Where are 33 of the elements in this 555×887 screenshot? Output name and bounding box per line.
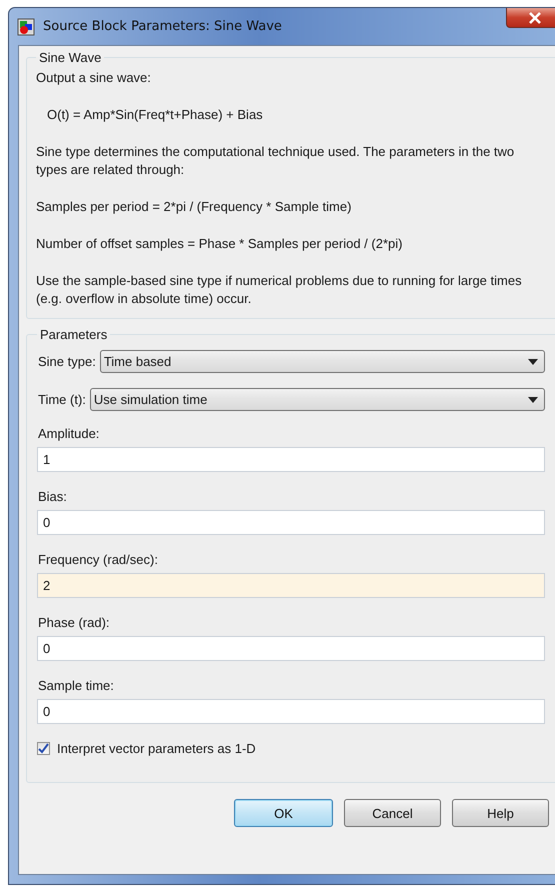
dropdown[interactable]: Use simulation time	[90, 388, 545, 411]
description-text: Use the sample-based sine type if numerical problems due to running for large times (e.g. overflow in absolute time) occur.	[36, 272, 523, 308]
field-label: Frequency (rad/sec):	[37, 552, 159, 567]
description-text: Output a sine wave:	[36, 69, 152, 87]
dialog-button[interactable]: Cancel	[344, 799, 441, 827]
field-label: Sample time:	[37, 678, 115, 693]
dialog-button[interactable]: Help	[452, 799, 549, 827]
dropdown[interactable]: Time based	[100, 350, 545, 373]
input-field[interactable]: 0	[37, 699, 545, 724]
description-text: Sine type determines the computational technique used. The parameters in the two types are related through:	[36, 143, 516, 179]
field-label: Bias:	[37, 489, 68, 504]
caret-icon	[528, 396, 538, 402]
close-button[interactable]	[506, 8, 555, 28]
description-text: Samples per period = 2*pi / (Frequency * Sample time)	[36, 198, 352, 216]
field-label: Phase (rad):	[37, 615, 111, 630]
input-field[interactable]: 0	[37, 510, 545, 535]
close-icon	[528, 12, 542, 24]
field-label: Amplitude:	[37, 426, 100, 441]
caret-icon	[528, 358, 538, 364]
window-title: Source Block Parameters: Sine Wave	[43, 19, 282, 34]
block-icon	[17, 18, 35, 36]
checkbox[interactable]	[37, 742, 50, 755]
group-title: Parameters	[39, 327, 108, 342]
checkbox-label: Interpret vector parameters as 1-D	[57, 741, 256, 756]
formula-text: O(t) = Amp*Sin(Freq*t+Phase) + Bias	[46, 106, 264, 124]
description-text: Number of offset samples = Phase * Samples per period / (2*pi)	[36, 235, 404, 253]
input-field[interactable]: 1	[37, 447, 545, 472]
field-label: Time (t):	[37, 392, 86, 407]
group-title: Sine Wave	[38, 50, 102, 65]
dialog-button[interactable]: OK	[234, 799, 333, 827]
field-label: Sine type:	[37, 354, 96, 369]
input-field[interactable]: 2	[37, 573, 545, 598]
input-field[interactable]: 0	[37, 636, 545, 661]
